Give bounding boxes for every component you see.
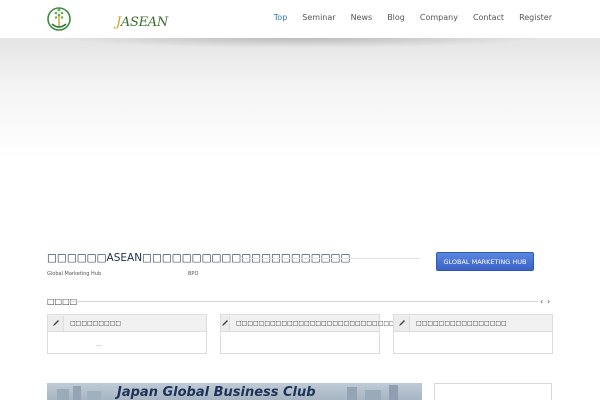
intro-subtitle-bpo: BPO [188,271,199,277]
site-header: JASEAN Top Seminar News Blog Company Con… [0,0,600,38]
carousel-prev-button[interactable]: ‹ [540,297,543,306]
pencil-icon [394,315,410,331]
nav-seminar[interactable]: Seminar [302,13,335,22]
news-card-3[interactable]: □□□□□□□□□□□□□□□□ [393,314,553,354]
news-card-2[interactable]: □□□□□□□□□□□□□□□□□□□□□□□□□□□□□ [220,314,400,354]
logo-emblem-icon [47,7,71,31]
news-card-body: ... [48,332,206,354]
business-club-banner[interactable]: Japan Global Business Club [47,383,422,400]
news-card-excerpt: ... [96,341,102,348]
news-card-title[interactable]: □□□□□□□□□ [70,320,121,327]
pencil-icon [221,315,230,331]
pencil-icon [48,315,64,331]
main-nav: Top Seminar News Blog Company Contact Re… [274,13,552,22]
nav-news[interactable]: News [351,13,373,22]
logo-text: JASEAN [116,15,168,30]
news-divider [68,301,538,302]
banner-title: Japan Global Business Club [117,385,316,400]
site-logo[interactable]: JASEAN [46,6,168,32]
news-card-title[interactable]: □□□□□□□□□□□□□□□□ [416,320,507,327]
nav-register[interactable]: Register [519,13,552,22]
news-card-body [394,332,552,354]
carousel-next-button[interactable]: › [547,297,550,306]
nav-blog[interactable]: Blog [387,13,405,22]
sidebar-box [434,383,552,400]
news-card-1[interactable]: □□□□□□□□□ ... [47,314,207,354]
news-card-header: □□□□□□□□□□□□□□□□ [394,315,552,332]
news-card-header: □□□□□□□□□ [48,315,206,332]
nav-company[interactable]: Company [420,13,458,22]
intro-divider [240,258,420,259]
hero-area [0,38,600,238]
nav-contact[interactable]: Contact [473,13,504,22]
news-card-title[interactable]: □□□□□□□□□□□□□□□□□□□□□□□□□□□□□ [236,320,400,327]
news-card-header: □□□□□□□□□□□□□□□□□□□□□□□□□□□□□ [221,315,400,332]
global-marketing-hub-button[interactable]: GLOBAL MARKETING HUB [436,252,534,271]
nav-top[interactable]: Top [274,13,288,22]
news-card-body [221,332,379,354]
header-shadow [60,38,540,48]
intro-subtitle: Global Marketing Hub [47,271,102,277]
